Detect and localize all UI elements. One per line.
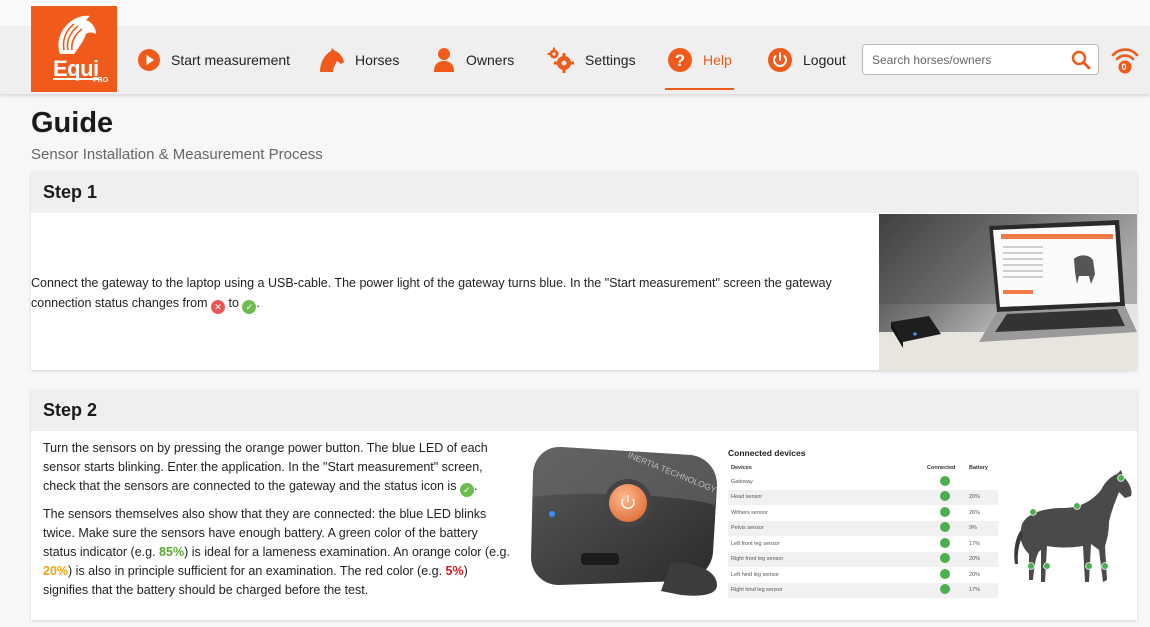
device-battery (966, 474, 998, 490)
device-battery: 9% (966, 520, 998, 536)
nav-horses[interactable]: Horses (317, 26, 399, 94)
device-battery: 17% (966, 582, 998, 598)
nav-label: Owners (466, 52, 515, 68)
nav-help[interactable]: ? Help (665, 26, 734, 94)
error-status-icon: ✕ (210, 300, 225, 314)
table-row: Withers sensor 26% (728, 505, 998, 521)
logo-word: Equi (53, 56, 99, 81)
device-name: Withers sensor (731, 509, 768, 516)
wifi-count: 0 (1121, 62, 1127, 72)
connected-ok-icon (940, 553, 950, 564)
nav-start-measurement[interactable]: Start measurement (137, 26, 290, 94)
page-title: Guide (31, 107, 114, 139)
nav-label: Start measurement (171, 52, 291, 68)
step2-p2-c: ) is also in principle sufficient for an… (68, 564, 443, 578)
device-battery: 20% (966, 489, 998, 505)
col-connected: Connected (927, 465, 956, 471)
device-name: Right front leg sensor (728, 551, 924, 567)
nav-label: Horses (355, 52, 400, 68)
connected-ok-icon (940, 475, 950, 486)
device-name: Left hind leg sensor (731, 571, 780, 578)
device-name: Head sensor (728, 489, 924, 505)
step1-heading: Step 1 (31, 172, 1137, 213)
devices-title: Connected devices (728, 448, 806, 458)
horse-head-icon (317, 47, 345, 73)
device-name: Right hind leg sensor (728, 582, 924, 598)
question-circle-icon: ? (667, 47, 693, 73)
logo-sub: PRO (93, 77, 109, 84)
nav-label: Logout (803, 52, 846, 68)
connected-devices-table: Connected devices Devices Connected Batt… (728, 448, 998, 598)
connected-ok-icon (940, 522, 950, 533)
step2-p2-b: ) is ideal for a lameness examination. A… (184, 545, 510, 559)
sensor-device-image: INERTIA TECHNOLOGY (521, 435, 731, 605)
power-icon (767, 47, 793, 73)
connected-ok-icon (940, 506, 950, 517)
play-circle-icon (137, 48, 161, 72)
step2-paragraph-1: Turn the sensors on by pressing the oran… (43, 439, 513, 497)
search-icon[interactable] (1064, 50, 1098, 70)
device-battery: 20% (966, 551, 998, 567)
step1-text-before: Connect the gateway to the laptop using … (31, 276, 832, 310)
horse-sensor-diagram (1001, 460, 1137, 600)
step1-card: Step 1 Connect the gateway to the laptop… (31, 172, 1137, 370)
step2-text: Turn the sensors on by pressing the oran… (31, 439, 513, 608)
col-devices: Devices (731, 465, 752, 471)
nav-settings[interactable]: Settings (547, 26, 636, 94)
search-box (862, 44, 1099, 75)
person-icon (432, 47, 456, 73)
table-row: Left hind leg sensor 20% (728, 567, 998, 583)
step1-text-end: . (256, 296, 260, 310)
step2-p1-end: . (473, 479, 478, 493)
col-battery: Battery (969, 465, 988, 471)
table-row: Gateway (728, 474, 998, 490)
page-subtitle: Sensor Installation & Measurement Proces… (31, 146, 323, 163)
connected-ok-icon (940, 568, 950, 579)
battery-red-example: 5% (445, 564, 464, 578)
device-battery: 20% (969, 571, 981, 578)
device-battery: 17% (969, 540, 981, 547)
step2-card: Step 2 Turn the sensors on by pressing t… (31, 390, 1137, 620)
step2-paragraph-2: The sensors themselves also show that th… (43, 505, 513, 600)
gears-icon (547, 47, 575, 73)
ok-status-icon: ✓ (459, 483, 474, 497)
connected-ok-icon (940, 584, 950, 595)
search-input[interactable] (863, 45, 1064, 74)
connected-ok-icon (940, 537, 950, 548)
wifi-status-icon[interactable]: 0 (1111, 46, 1139, 81)
device-name: Gateway (731, 478, 753, 485)
svg-text:?: ? (675, 51, 685, 70)
table-row: Left front leg sensor 17% (728, 536, 998, 552)
nav-label: Help (703, 52, 732, 68)
step2-heading: Step 2 (31, 390, 1137, 431)
table-row: Right hind leg sensor 17% (728, 582, 998, 598)
table-row: Pelvis sensor 9% (728, 520, 998, 536)
nav-label: Settings (585, 52, 636, 68)
table-row: Head sensor 20% (728, 489, 998, 505)
top-strip (0, 0, 1150, 26)
horse-logo-icon (58, 15, 96, 54)
equipro-logo[interactable]: Equi PRO (31, 6, 117, 92)
connected-ok-icon (940, 491, 950, 502)
device-name: Pelvis sensor (728, 520, 924, 536)
laptop-gateway-photo (879, 214, 1137, 370)
step2-p1-text: Turn the sensors on by pressing the oran… (43, 441, 488, 493)
step1-text: Connect the gateway to the laptop using … (31, 273, 861, 314)
battery-green-example: 85% (159, 545, 185, 559)
device-name: Left front leg sensor (731, 540, 780, 547)
table-row: Right front leg sensor 20% (728, 551, 998, 567)
ok-status-icon: ✓ (242, 300, 257, 314)
battery-orange-example: 20% (43, 564, 69, 578)
nav-logout[interactable]: Logout (767, 26, 846, 94)
step1-text-mid: to (228, 296, 239, 310)
device-battery: 26% (969, 509, 981, 516)
nav-owners[interactable]: Owners (432, 26, 514, 94)
